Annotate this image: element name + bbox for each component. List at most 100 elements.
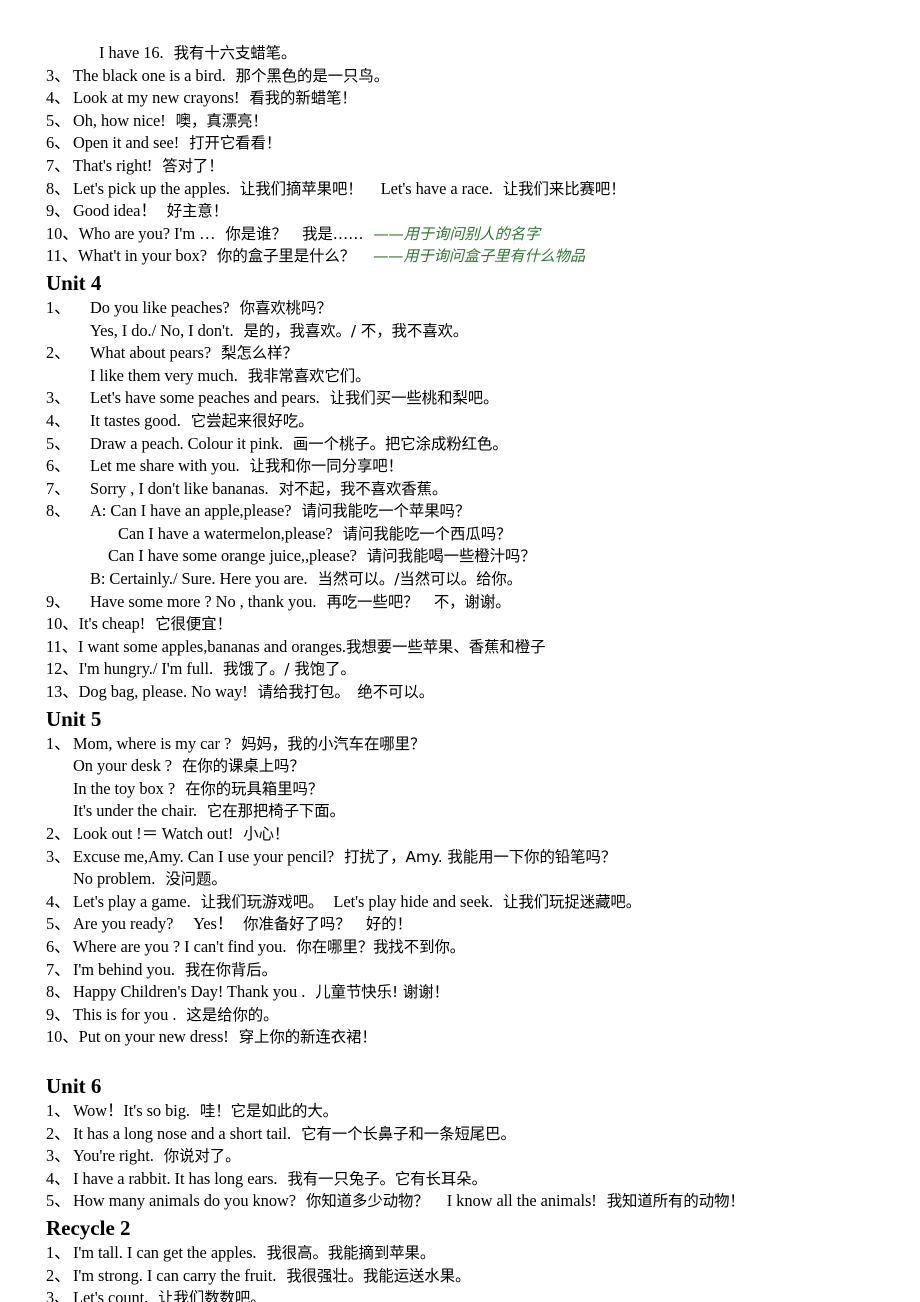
english-text: Can I have a watermelon,please? — [118, 523, 333, 543]
english-text: What about pears? — [90, 343, 212, 363]
list-item: 7、 I'm behind you. 我在你背后。 — [46, 959, 892, 982]
chinese-text: 你的盒子里是什么？ — [217, 247, 356, 266]
line-number: 3、 — [46, 1288, 71, 1302]
chinese-text: 你说对了。 — [163, 1147, 241, 1166]
chinese-text: 让我和你一同分享吧！ — [249, 457, 403, 476]
chinese-text: 对不起，我不喜欢香蕉。 — [278, 479, 448, 498]
chinese-text: 你是谁？ 我是…… — [225, 224, 364, 243]
chinese-text: 我有一只兔子。它有长耳朵。 — [287, 1169, 487, 1188]
chinese-text: 我很强壮。我能运送水果。 — [286, 1266, 471, 1285]
list-item: 6、 Where are you ? I can't find you. 你在哪里？… — [46, 936, 892, 959]
chinese-text: 儿童节快乐! 谢谢！ — [315, 983, 449, 1002]
chinese-text: 你知道多少动物？ — [305, 1192, 429, 1211]
chinese-text: 当然可以。/当然可以。给你。 — [317, 570, 523, 589]
list-item: 10、Put on your new dress! 穿上你的新连衣裙！ — [46, 1026, 892, 1049]
sub-line: No problem. 没问题。 — [46, 868, 892, 891]
chinese-text: 没问题。 — [165, 870, 227, 889]
chinese-text: 我想要一些苹果、香蕉和橙子 — [345, 637, 546, 656]
english-text: Dog bag, please. No way! — [78, 682, 248, 702]
english-text: Open it and see! — [73, 133, 180, 153]
sub-line: In the toy box ? 在你的玩具箱里吗？ — [46, 778, 892, 801]
chinese-text: 哇！它是如此的大。 — [199, 1101, 339, 1120]
line-number: 2、 — [46, 1123, 71, 1143]
english-text: I'm behind you. — [73, 959, 175, 979]
chinese-text: 我很高。我能摘到苹果。 — [266, 1243, 436, 1262]
list-item: 11、I want some apples,bananas and orange… — [46, 636, 892, 659]
english-text: That's right! — [73, 155, 153, 175]
english-text: Can I have some orange juice,,please? — [108, 546, 357, 566]
english-text: I have a rabbit. It has long ears. — [73, 1168, 278, 1188]
chinese-text-2: 让我们玩捉迷藏吧。 — [503, 892, 642, 911]
list-item: 1、 Do you like peaches? 你喜欢桃吗？ — [46, 297, 892, 320]
chinese-text: 你准备好了吗？ 好的！ — [243, 915, 412, 934]
line-number: 2、 — [46, 1265, 71, 1285]
english-text: Where are you ? I can't find you. — [73, 936, 287, 956]
line-number: 3、 — [46, 1146, 71, 1166]
english-text: I want some apples,bananas and oranges. — [78, 636, 346, 656]
english-text: Oh, how nice! — [73, 110, 166, 130]
english-text: Put on your new dress! — [78, 1027, 229, 1047]
english-text-2: I know all the animals! — [446, 1191, 597, 1211]
list-item: 3、 Let's count. 让我们数数吧。 — [46, 1287, 892, 1302]
english-text: It's cheap! — [78, 614, 146, 634]
line-number: 1、 — [46, 733, 71, 753]
english-text: Happy Children's Day! Thank you . — [73, 982, 306, 1002]
line-number: 9、 — [46, 201, 71, 221]
english-text: Wow！It's so big. — [73, 1100, 190, 1120]
english-text: It has a long nose and a short tail. — [73, 1123, 292, 1143]
line-number: 4、 — [46, 88, 71, 108]
line-number: 11、 — [46, 246, 79, 266]
recycle-heading-2: Recycle 2 — [46, 1215, 131, 1240]
list-item: 2、 Look out !＝ Watch out! 小心！ — [46, 823, 892, 846]
sub-line: Can I have a watermelon,please? 请问我能吃一个西瓜… — [46, 523, 892, 546]
line-number: 1、 — [46, 297, 71, 317]
list-item: 3、 You're right. 你说对了。 — [46, 1145, 892, 1168]
list-item: 6、 Open it and see! 打开它看看！ — [46, 132, 892, 155]
line-number: 1、 — [46, 1242, 71, 1262]
list-item: 4、 It tastes good. 它尝起来很好吃。 — [46, 410, 892, 433]
english-text: I'm hungry./ I'm full. — [78, 659, 214, 679]
list-item: 3、 The black one is a bird. 那个黑色的是一只鸟。 — [46, 65, 892, 88]
chinese-text: 那个黑色的是一只鸟。 — [235, 66, 390, 85]
english-text: I'm tall. I can get the apples. — [73, 1242, 257, 1262]
chinese-text: 我非常喜欢它们。 — [247, 366, 371, 385]
list-item: 1、 Wow！It's so big. 哇！它是如此的大。 — [46, 1100, 892, 1123]
line-number: 3、 — [46, 388, 71, 408]
line-number: 1、 — [46, 1100, 71, 1120]
list-item: 13、Dog bag, please. No way! 请给我打包。 绝不可以。 — [46, 681, 892, 704]
list-item: 4、 I have a rabbit. It has long ears. 我有一只… — [46, 1168, 892, 1191]
chinese-text: 请问我能喝一些橙汁吗？ — [366, 547, 536, 566]
english-text: Yes, I do./ No, I don't. — [90, 320, 234, 340]
english-text: In the toy box ? — [73, 778, 176, 798]
intro-line: I have 16. 我有十六支蜡笔。 — [46, 42, 892, 65]
unit-heading-6: Unit 6 — [46, 1073, 102, 1098]
chinese-text: 我饿了。/ 我饱了。 — [223, 660, 356, 679]
chinese-text: 在你的玩具箱里吗？ — [185, 779, 324, 798]
chinese-text: 画一个桃子。把它涂成粉红色。 — [292, 434, 508, 453]
english-text: Let me share with you. — [90, 456, 240, 476]
list-item: 3、 Let's have some peaches and pears. 让我们买… — [46, 387, 892, 410]
list-item: 2、 It has a long nose and a short tail. 它有… — [46, 1123, 892, 1146]
chinese-text: 它很便宜！ — [155, 615, 232, 634]
line-number: 3、 — [46, 65, 71, 85]
line-number: 2、 — [46, 824, 71, 843]
sub-line: I like them very much. 我非常喜欢它们。 — [46, 365, 892, 388]
document-page: I have 16. 我有十六支蜡笔。 3、 The black one is a … — [0, 0, 920, 1302]
list-item: 5、 Draw a peach. Colour it pink. 画一个桃子。把它涂… — [46, 433, 892, 456]
sub-line: Can I have some orange juice,,please? 请问我… — [46, 545, 892, 568]
line-number: 10、 — [46, 614, 79, 634]
line-number: 9、 — [46, 591, 71, 611]
list-item: 8、 Happy Children's Day! Thank you . 儿童节快乐… — [46, 981, 892, 1004]
english-text: On your desk ? — [73, 756, 172, 776]
chinese-text: 是的，我喜欢。/ 不，我不喜欢。 — [243, 321, 469, 340]
chinese-text: 好主意！ — [166, 202, 229, 221]
english-text: I like them very much. — [90, 365, 238, 385]
document-body: I have 16. 我有十六支蜡笔。 3、 The black one is a … — [46, 42, 892, 1302]
unit-heading-4: Unit 4 — [46, 270, 102, 295]
line-number: 9、 — [46, 1004, 71, 1024]
line-number: 8、 — [46, 982, 71, 1002]
english-text: It's under the chair. — [73, 801, 197, 821]
list-item: 9、 Have some more ? No , thank you. 再吃一些吧？… — [46, 591, 892, 614]
english-text: This is for you . — [73, 1004, 177, 1024]
list-item: 7、 Sorry , I don't like bananas. 对不起，我不喜欢香… — [46, 478, 892, 501]
